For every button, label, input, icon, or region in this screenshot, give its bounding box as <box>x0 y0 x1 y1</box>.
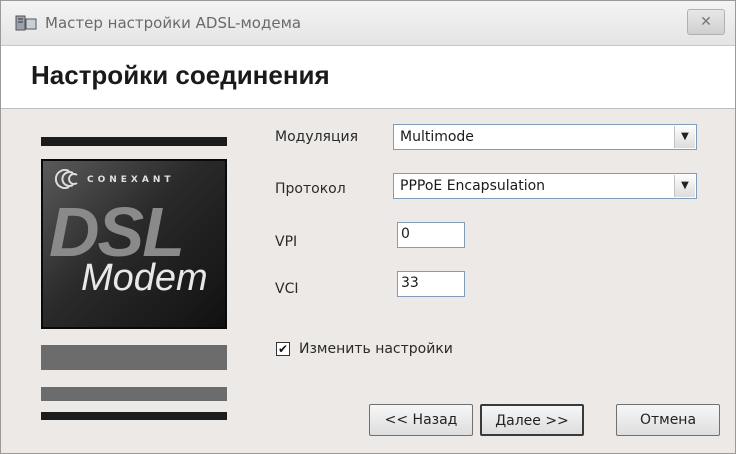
change-settings-label[interactable]: Изменить настройки <box>299 341 453 357</box>
protocol-select[interactable]: PPPoE Encapsulation ▼ <box>393 173 697 199</box>
protocol-label: Протокол <box>275 181 346 197</box>
window-title: Мастер настройки ADSL-модема <box>45 14 302 32</box>
logo-modem-text: Modem <box>81 257 208 299</box>
chevron-down-icon[interactable]: ▼ <box>674 126 695 148</box>
header-panel: Настройки соединения <box>1 46 735 109</box>
title-bar[interactable]: Мастер настройки ADSL-модема ✕ <box>1 1 735 46</box>
modulation-label: Модуляция <box>275 129 359 145</box>
modulation-select[interactable]: Multimode ▼ <box>393 124 697 150</box>
modulation-value: Multimode <box>400 129 474 145</box>
decor-bar-grey <box>41 345 227 370</box>
vpi-value: 0 <box>401 226 410 242</box>
close-button[interactable]: ✕ <box>687 9 725 35</box>
close-icon: ✕ <box>700 14 712 30</box>
decor-bar-top <box>41 137 227 146</box>
back-button[interactable]: << Назад <box>369 404 473 436</box>
app-icon <box>15 15 37 31</box>
vci-field[interactable]: 33 <box>397 271 465 297</box>
vci-value: 33 <box>401 275 419 291</box>
protocol-value: PPPoE Encapsulation <box>400 178 546 194</box>
dsl-modem-logo: CONEXANT DSL Modem <box>41 159 227 329</box>
chevron-down-icon[interactable]: ▼ <box>674 175 695 197</box>
page-title: Настройки соединения <box>31 60 330 90</box>
decor-bar-grey-thin <box>41 387 227 401</box>
vci-label: VCI <box>275 281 299 297</box>
conexant-swirl-icon <box>54 169 78 189</box>
logo-brand: CONEXANT <box>87 175 175 185</box>
cancel-button[interactable]: Отмена <box>616 404 720 436</box>
change-settings-checkbox[interactable]: ✔ <box>276 342 290 356</box>
next-button[interactable]: Далее >> <box>480 404 584 436</box>
decor-bar-bottom <box>41 412 227 420</box>
wizard-dialog: Мастер настройки ADSL-модема ✕ Настройки… <box>0 0 736 454</box>
vpi-label: VPI <box>275 234 298 250</box>
vpi-field[interactable]: 0 <box>397 222 465 248</box>
